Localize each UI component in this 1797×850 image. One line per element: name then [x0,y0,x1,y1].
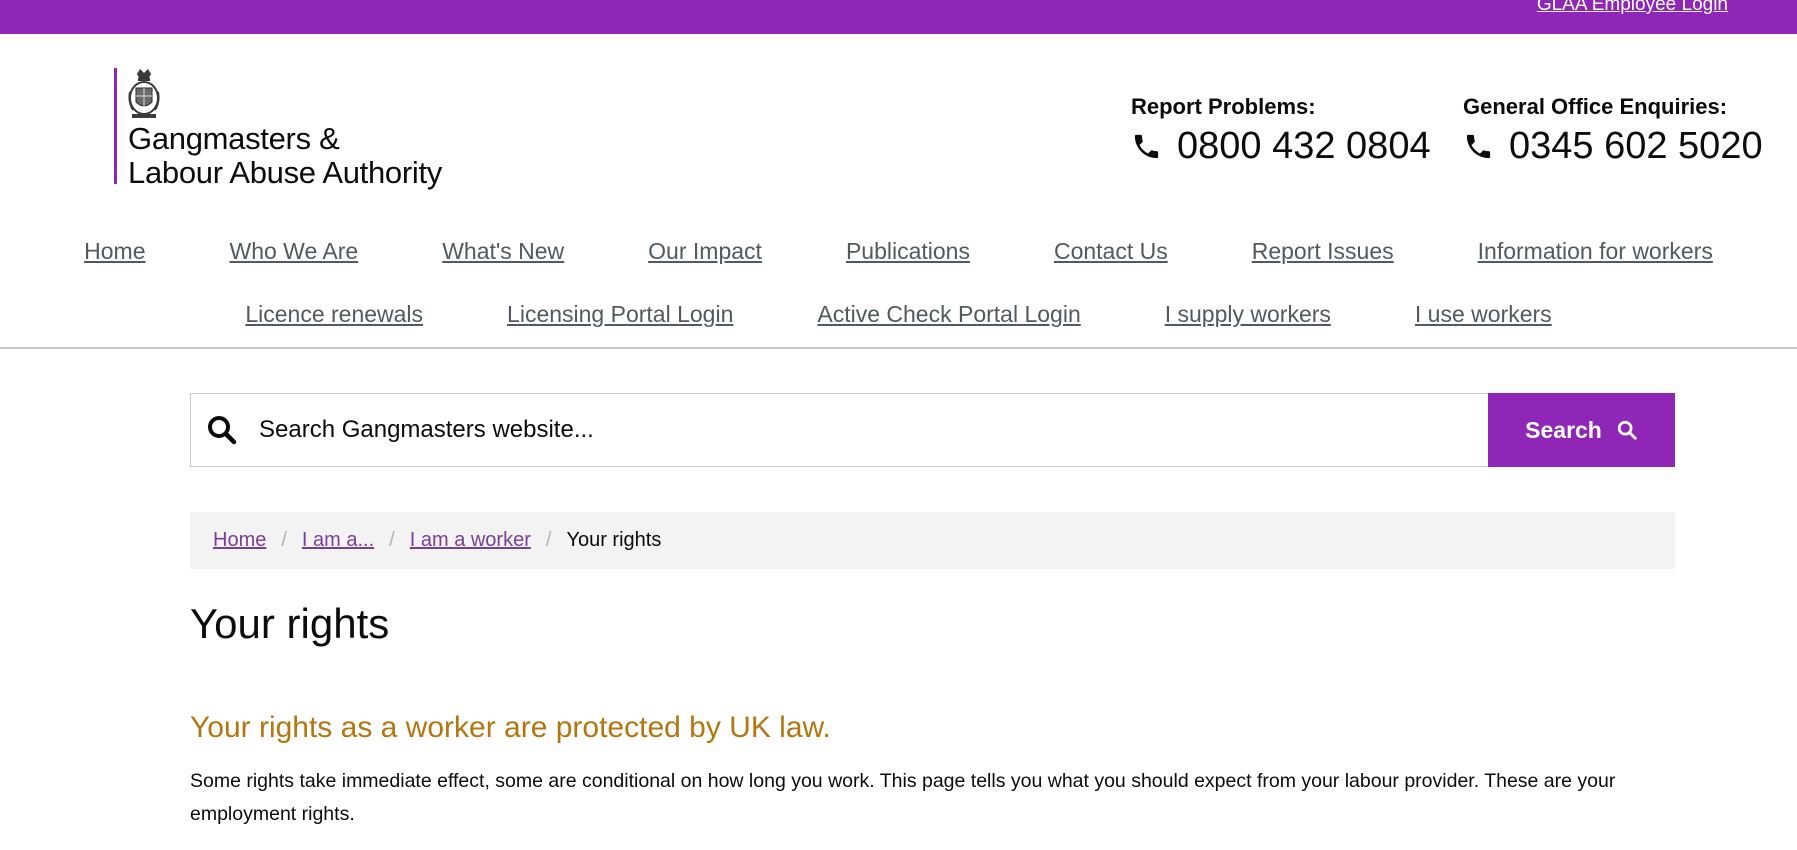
breadcrumb-separator: / [281,529,287,551]
top-bar: GLAA Employee Login [0,0,1797,34]
contact-phone-number[interactable]: 0800 432 0804 [1177,125,1431,168]
breadcrumb-current: Your rights [566,529,662,551]
contact-report-problems: Report Problems: 0800 432 0804 [1131,94,1431,168]
search-button-label: Search [1525,416,1602,443]
main-nav-secondary: Licence renewals Licensing Portal Login … [0,301,1797,328]
nav-licence-renewals[interactable]: Licence renewals [245,301,423,328]
nav-licensing-portal-login[interactable]: Licensing Portal Login [507,301,733,328]
breadcrumb-i-am-a[interactable]: I am a... [302,529,374,552]
logo-accent-bar [114,68,117,184]
breadcrumb-home[interactable]: Home [213,529,266,552]
nav-home[interactable]: Home [84,238,145,265]
nav-contact-us[interactable]: Contact Us [1054,238,1168,265]
nav-i-supply-workers[interactable]: I supply workers [1165,301,1331,328]
nav-whats-new[interactable]: What's New [442,238,564,265]
search-field-icon-wrap [191,394,253,466]
main-nav-primary: Home Who We Are What's New Our Impact Pu… [0,238,1797,265]
contact-general-enquiries: General Office Enquiries: 0345 602 5020 [1463,94,1763,168]
search-input[interactable] [253,394,1488,466]
site-search: Search [190,393,1675,467]
employee-login-link[interactable]: GLAA Employee Login [1537,0,1728,16]
search-icon [208,416,237,445]
contact-label: Report Problems: [1131,94,1316,119]
contact-label: General Office Enquiries: [1463,94,1728,119]
nav-our-impact[interactable]: Our Impact [648,238,762,265]
site-logo[interactable]: Gangmasters & Labour Abuse Authority [114,68,474,192]
breadcrumb-i-am-a-worker[interactable]: I am a worker [410,529,531,552]
royal-crest-icon [128,69,160,118]
intro-paragraph: Some rights take immediate effect, some … [190,770,1616,825]
search-button[interactable]: Search [1488,393,1675,467]
breadcrumb: Home / I am a... / I am a worker / Your … [190,512,1675,569]
nav-information-for-workers[interactable]: Information for workers [1478,238,1713,265]
logo-line-1: Gangmasters & [128,121,340,156]
nav-publications[interactable]: Publications [846,238,970,265]
contact-phone[interactable]: 0345 602 5020 [1463,125,1763,168]
contact-phone-number[interactable]: 0345 602 5020 [1509,125,1763,168]
nav-divider [0,347,1797,349]
breadcrumb-separator: / [545,529,552,551]
page-title: Your rights [190,600,390,647]
contact-phone[interactable]: 0800 432 0804 [1131,125,1431,168]
search-icon [1617,420,1637,440]
phone-icon [1466,134,1491,159]
page-subtitle: Your rights as a worker are protected by… [190,711,831,744]
logo-line-2: Labour Abuse Authority [128,155,442,190]
phone-icon [1134,134,1159,159]
breadcrumb-separator: / [389,529,395,551]
nav-report-issues[interactable]: Report Issues [1252,238,1394,265]
nav-who-we-are[interactable]: Who We Are [230,238,359,265]
nav-i-use-workers[interactable]: I use workers [1415,301,1552,328]
nav-active-check-portal-login[interactable]: Active Check Portal Login [817,301,1080,328]
logo-text: Gangmasters & Labour Abuse Authority [128,122,442,190]
